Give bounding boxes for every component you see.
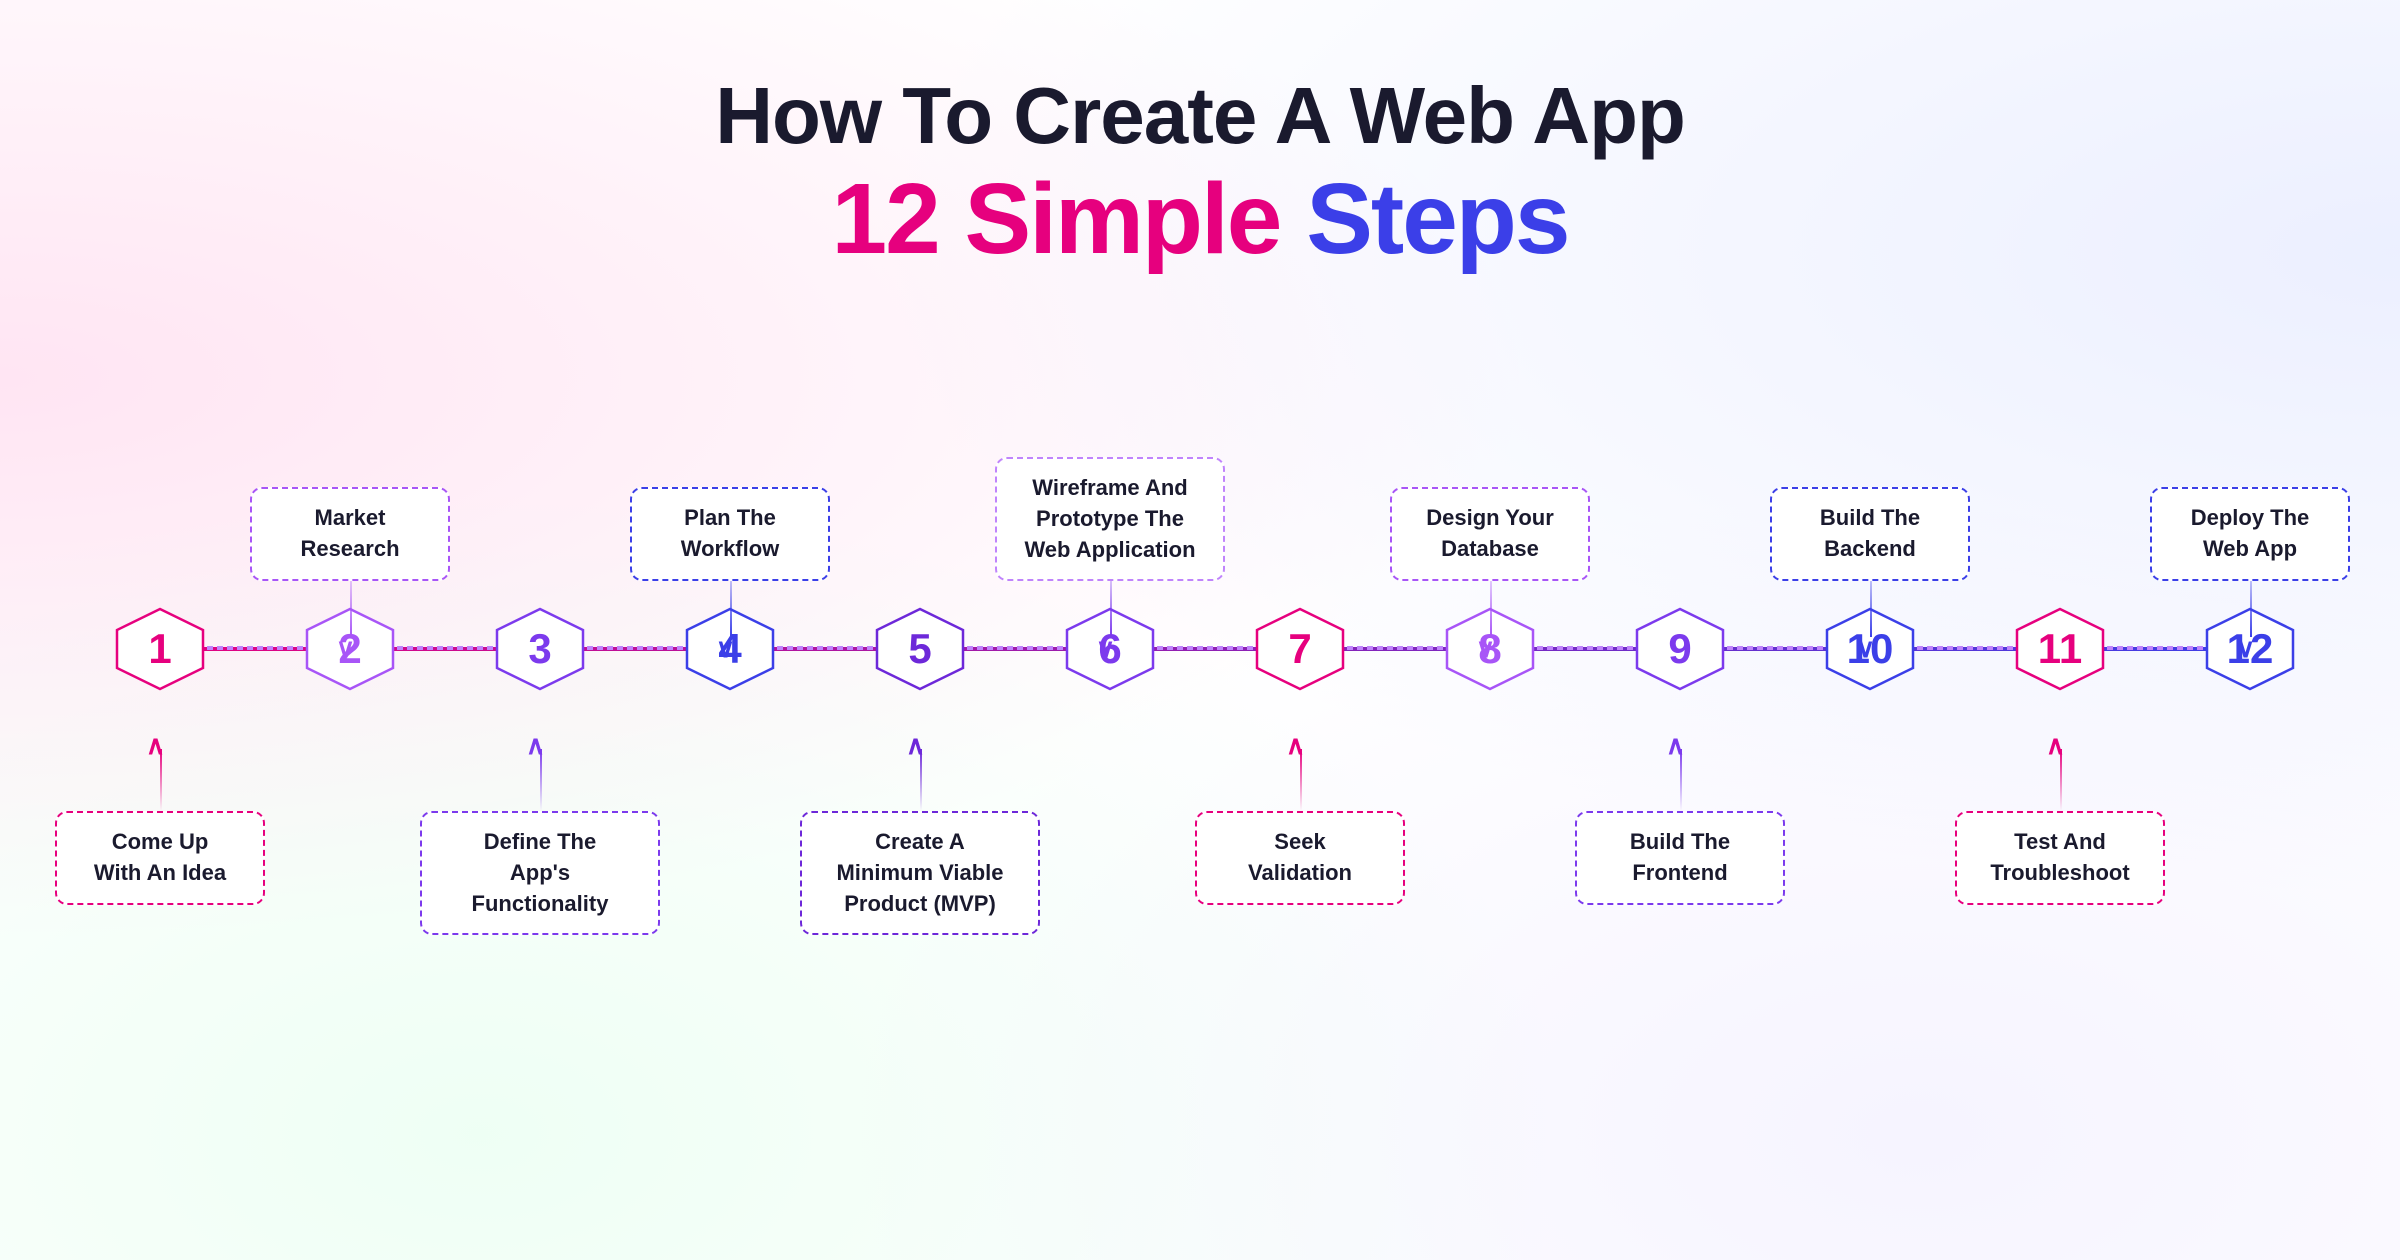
label-below-7: SeekValidation	[1195, 811, 1405, 905]
step-number-7: 7	[1288, 625, 1311, 673]
chevron-below-11: ∧	[2046, 730, 2065, 761]
connector-below-9	[1680, 749, 1682, 811]
step-node-9: 9	[1635, 607, 1725, 691]
step-number-5: 5	[908, 625, 931, 673]
step-number-2: 2	[338, 625, 361, 673]
connector-below-11	[2060, 749, 2062, 811]
hexagon-1: 1	[115, 607, 205, 691]
hexagon-5: 5	[875, 607, 965, 691]
step-number-10: 10	[1847, 625, 1894, 673]
label-above-10: Build TheBackend	[1770, 487, 1970, 581]
hexagon-11: 11	[2015, 607, 2105, 691]
title-line1: How To Create A Web App	[715, 70, 1685, 162]
title-blue: Steps	[1306, 163, 1568, 275]
title-line2: 12 Simple Steps	[715, 162, 1685, 277]
step-number-12: 12	[2227, 625, 2274, 673]
step-number-1: 1	[148, 625, 171, 673]
label-above-6: Wireframe AndPrototype TheWeb Applicatio…	[995, 457, 1225, 581]
hexagon-9: 9	[1635, 607, 1725, 691]
dash-10	[1917, 646, 2013, 650]
step-number-11: 11	[2038, 625, 2082, 673]
chevron-below-5: ∧	[906, 730, 925, 761]
step-node-3: 3	[495, 607, 585, 691]
connector-below-3	[540, 749, 542, 811]
main-content: How To Create A Web App 12 Simple Steps …	[0, 0, 2400, 1260]
title-area: How To Create A Web App 12 Simple Steps	[715, 70, 1685, 277]
dash-7	[1347, 646, 1443, 650]
label-below-5: Create AMinimum ViableProduct (MVP)	[800, 811, 1040, 935]
label-above-2: MarketResearch	[250, 487, 450, 581]
step-number-8: 8	[1478, 625, 1501, 673]
step-number-9: 9	[1668, 625, 1691, 673]
label-below-1: Come UpWith An Idea	[55, 811, 265, 905]
label-below-11: Test AndTroubleshoot	[1955, 811, 2165, 905]
step-node-1: 1	[115, 607, 205, 691]
step-number-3: 3	[528, 625, 551, 673]
hexagon-3: 3	[495, 607, 585, 691]
step-node-7: 7	[1255, 607, 1345, 691]
dash-8	[1537, 646, 1633, 650]
chevron-below-7: ∧	[1286, 730, 1305, 761]
chevron-below-1: ∧	[146, 730, 165, 761]
dash-3	[587, 646, 683, 650]
step-number-4: 4	[718, 625, 741, 673]
label-below-9: Build TheFrontend	[1575, 811, 1785, 905]
connector-below-5	[920, 749, 922, 811]
dash-5	[967, 646, 1063, 650]
dash-6	[1157, 646, 1253, 650]
chevron-below-9: ∧	[1666, 730, 1685, 761]
step-node-11: 11	[2015, 607, 2105, 691]
label-above-4: Plan TheWorkflow	[630, 487, 830, 581]
label-above-12: Deploy TheWeb App	[2150, 487, 2350, 581]
step-number-6: 6	[1098, 625, 1121, 673]
chevron-below-3: ∧	[526, 730, 545, 761]
timeline-area: 1∧Come UpWith An Idea2∨MarketResearch3∧D…	[40, 337, 2360, 987]
connector-below-7	[1300, 749, 1302, 811]
hexagon-7: 7	[1255, 607, 1345, 691]
dash-9	[1727, 646, 1823, 650]
step-node-5: 5	[875, 607, 965, 691]
dash-11	[2107, 646, 2203, 650]
title-pink: 12 Simple	[831, 163, 1280, 275]
connector-below-1	[160, 749, 162, 811]
dash-4	[777, 646, 873, 650]
dash-2	[397, 646, 493, 650]
label-above-8: Design YourDatabase	[1390, 487, 1590, 581]
label-below-3: Define TheApp'sFunctionality	[420, 811, 660, 935]
dash-1	[207, 646, 303, 650]
